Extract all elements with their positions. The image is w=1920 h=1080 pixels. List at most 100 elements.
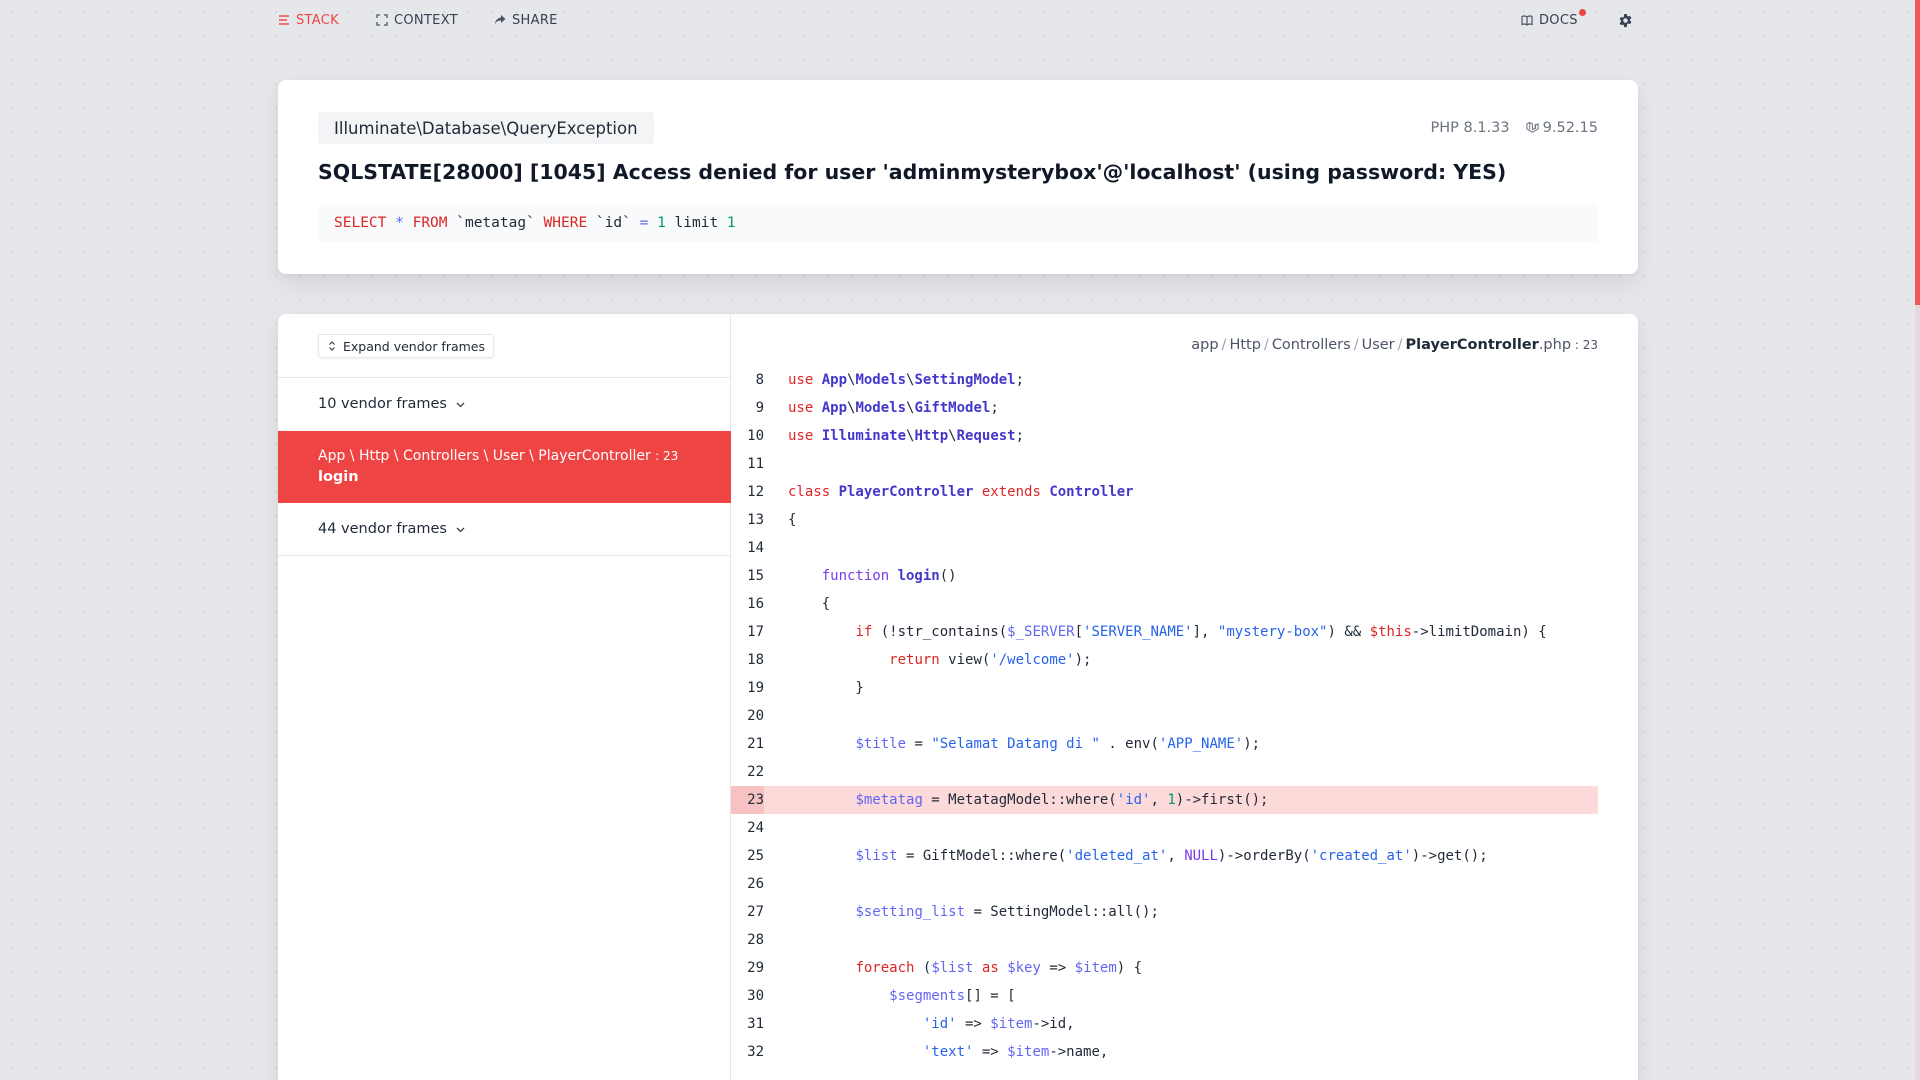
stack-frames-panel: Expand vendor frames 10 vendor frames Ap… xyxy=(278,314,731,1080)
vendor-frames-count: 44 vendor frames xyxy=(318,521,447,537)
sql-query: SELECT * FROM `metatag` WHERE `id` = 1 l… xyxy=(318,204,1598,242)
code-token: class xyxy=(788,484,839,500)
exception-class-name[interactable]: Illuminate \ Database \ QueryException xyxy=(318,112,654,144)
line-number: 15 xyxy=(747,568,764,584)
nav-docs-link[interactable]: DOCS xyxy=(1521,8,1586,28)
code-line: 24 xyxy=(731,814,1598,842)
line-number-gutter: 21 xyxy=(731,730,764,758)
line-number: 27 xyxy=(747,904,764,920)
line-number: 9 xyxy=(755,400,764,416)
line-number-gutter: 25 xyxy=(731,842,764,870)
code-line-highlighted: 23 $metatag = MetatagModel::where('id', … xyxy=(731,786,1598,814)
code-token: { xyxy=(788,512,797,528)
line-number-gutter: 24 xyxy=(731,814,764,842)
code-token: ], xyxy=(1192,624,1218,640)
expand-vendor-frames-label: Expand vendor frames xyxy=(343,338,486,354)
line-number-gutter: 8 xyxy=(731,366,764,394)
sql-token: 1 xyxy=(657,215,666,231)
chevron-down-icon xyxy=(456,527,465,532)
namespace-part: QueryException xyxy=(506,118,638,138)
line-number-gutter: 15 xyxy=(731,562,764,590)
code-token: if xyxy=(855,624,873,640)
sql-token: FROM xyxy=(412,215,448,231)
code-token: $segments xyxy=(889,988,966,1004)
code-line: 15 function login() xyxy=(731,562,1598,590)
code-token: 1 xyxy=(1167,792,1176,808)
vendor-frames-toggle-bottom[interactable]: 44 vendor frames xyxy=(318,519,466,539)
code-token: $_SERVER xyxy=(1007,624,1075,640)
code-source: { xyxy=(764,512,796,528)
code-source: $title = "Selamat Datang di " . env('APP… xyxy=(764,736,1260,752)
settings-button[interactable] xyxy=(1618,12,1633,28)
code-source: if (!str_contains($_SERVER['SERVER_NAME'… xyxy=(764,624,1546,640)
chevron-down-icon xyxy=(456,402,465,407)
code-source: $setting_list = SettingModel::all(); xyxy=(764,904,1158,920)
line-number: 21 xyxy=(747,736,764,752)
code-token: = MetatagModel::where( xyxy=(922,792,1117,808)
file-name: PlayerController xyxy=(1405,337,1539,353)
nav-stack-tab[interactable]: STACK xyxy=(278,12,339,28)
code-source: $list = GiftModel::where('deleted_at', N… xyxy=(764,848,1487,864)
scrollbar-thumb[interactable] xyxy=(1915,0,1920,305)
file-path[interactable]: app / Http / Controllers / User / PlayerControll… xyxy=(1191,337,1598,353)
code-line: 16 { xyxy=(731,590,1598,618)
line-number-gutter: 9 xyxy=(731,394,764,422)
line-number-gutter: 12 xyxy=(731,478,764,506)
code-token: ) { xyxy=(1116,960,1143,976)
line-number-gutter: 30 xyxy=(731,982,764,1010)
line-number: 23 xyxy=(747,792,764,808)
code-token: () xyxy=(939,568,957,584)
code-line: 31 'id' => $item->id, xyxy=(731,1010,1598,1038)
code-token: (!str_contains( xyxy=(872,624,1008,640)
code-line: 29 foreach ($list as $key => $item) { xyxy=(731,954,1598,982)
sql-token: `id` xyxy=(587,215,640,231)
sql-token: = xyxy=(639,215,649,231)
code-token: "mystery-box" xyxy=(1217,624,1328,640)
code-token: ; xyxy=(1015,372,1025,388)
vendor-frames-count: 10 vendor frames xyxy=(318,396,447,412)
code-line: 20 xyxy=(731,702,1598,730)
code-token: { xyxy=(788,596,831,612)
line-number: 25 xyxy=(747,848,764,864)
code-line: 12 class PlayerController extends Control… xyxy=(731,478,1598,506)
code-line: 28 xyxy=(731,926,1598,954)
frame-class-path: App \ Http \ Controllers \ User \ Player… xyxy=(318,448,678,464)
path-segment: User xyxy=(1361,337,1395,353)
code-token: NULL xyxy=(1184,848,1218,864)
stack-frame-active[interactable]: App \ Http \ Controllers \ User \ Player… xyxy=(278,431,731,503)
expand-vendor-frames-button[interactable]: Expand vendor frames xyxy=(318,334,495,358)
code-token: [] = [ xyxy=(965,988,1016,1004)
code-token: => xyxy=(973,1044,1008,1060)
nav-context-tab[interactable]: CONTEXT xyxy=(376,12,458,28)
vendor-frames-toggle-top[interactable]: 10 vendor frames xyxy=(318,394,466,414)
code-token: ); xyxy=(1074,652,1092,668)
expand-icon xyxy=(376,14,388,26)
nav-docs-label: DOCS xyxy=(1539,8,1586,28)
code-token: ; xyxy=(990,400,999,416)
code-token: Models xyxy=(855,400,907,416)
code-source: $metatag = MetatagModel::where('id', 1)-… xyxy=(764,792,1268,808)
line-number-gutter: 18 xyxy=(731,646,764,674)
code-token: App xyxy=(821,372,848,388)
code-token: Request xyxy=(956,428,1016,444)
code-token: ->name, xyxy=(1049,1044,1109,1060)
code-line: 19 } xyxy=(731,674,1598,702)
share-icon xyxy=(494,15,506,25)
docs-notification-dot xyxy=(1578,8,1586,16)
laravel-version-text: 9.52.15 xyxy=(1542,120,1598,136)
code-token: use xyxy=(788,372,822,388)
line-number-gutter: 13 xyxy=(731,506,764,534)
code-token: 'SERVER_NAME' xyxy=(1083,624,1193,640)
code-source: function login() xyxy=(764,568,957,584)
path-separator: / xyxy=(1263,337,1269,353)
code-token: Models xyxy=(855,372,907,388)
nav-share-tab[interactable]: SHARE xyxy=(494,12,558,28)
top-navigation: STACK CONTEXT SHARE DOCS xyxy=(0,0,1920,40)
code-token: 'APP_NAME' xyxy=(1158,736,1244,752)
frame-method: login xyxy=(318,469,359,485)
path-separator: / xyxy=(1221,337,1227,353)
